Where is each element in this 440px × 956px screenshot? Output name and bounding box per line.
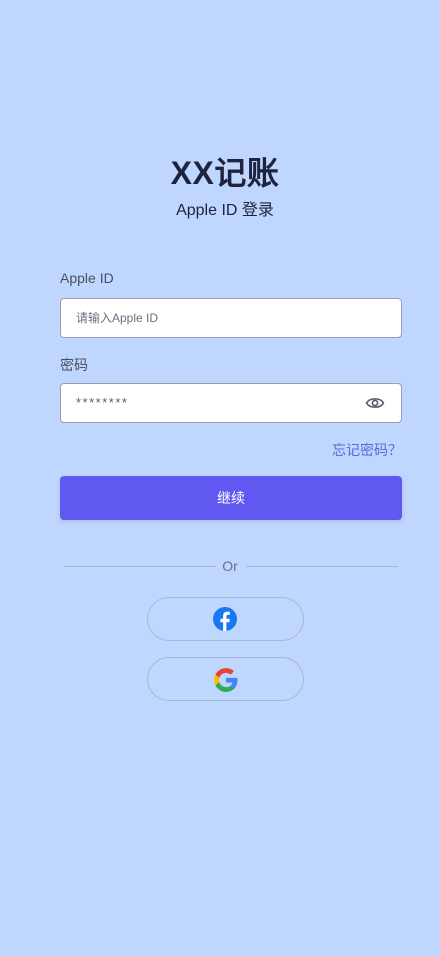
google-icon <box>214 668 238 692</box>
password-value[interactable]: ******** <box>76 395 128 410</box>
facebook-login-button[interactable] <box>147 597 304 641</box>
password-field[interactable]: ******** <box>60 383 402 423</box>
apple-id-input[interactable] <box>61 299 356 337</box>
divider-line-left <box>64 566 216 567</box>
page-title: XX记账 <box>170 155 280 191</box>
facebook-icon <box>213 607 237 631</box>
divider-text: Or <box>222 558 238 574</box>
password-label: 密码 <box>60 357 88 373</box>
eye-icon[interactable] <box>365 394 385 412</box>
continue-button[interactable]: 继续 <box>60 476 402 520</box>
google-login-button[interactable] <box>147 657 304 701</box>
forgot-password-link[interactable]: 忘记密码？ <box>332 440 402 460</box>
apple-id-label: Apple ID <box>60 270 114 286</box>
divider-line-right <box>246 566 398 567</box>
page-subtitle: Apple ID 登录 <box>176 202 274 219</box>
apple-id-field[interactable] <box>60 298 402 338</box>
